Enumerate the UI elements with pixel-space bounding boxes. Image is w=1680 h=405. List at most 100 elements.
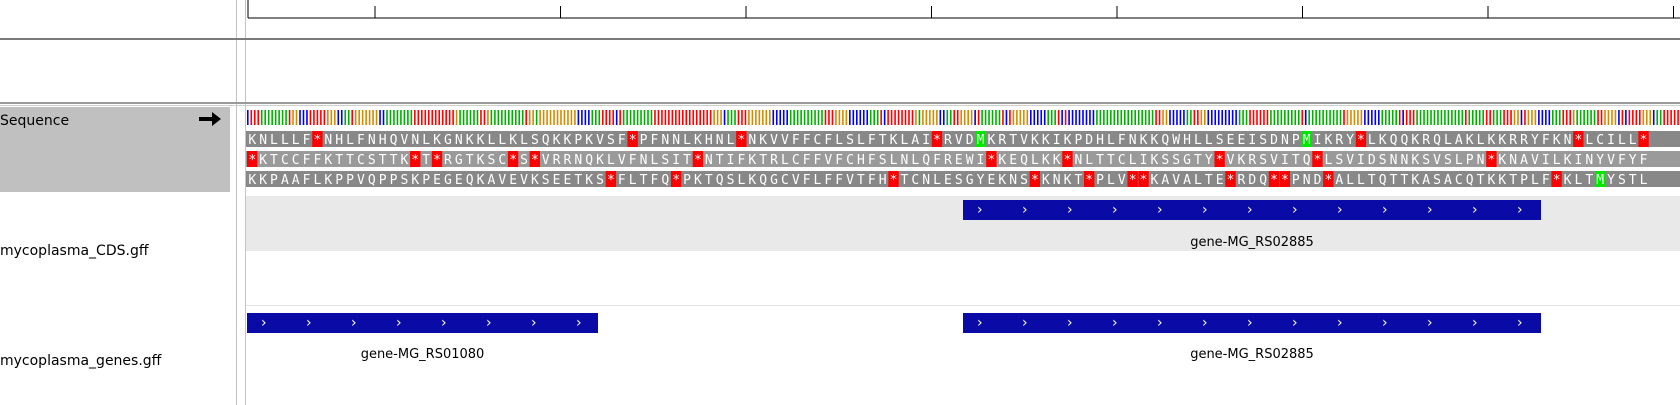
svg-text:Q: Q [390,133,398,147]
svg-text:I: I [977,153,985,167]
genes-track-name-panel[interactable]: mycoplasma_genes.gff [0,306,236,405]
svg-text:E: E [433,173,441,187]
svg-text:E: E [564,173,572,187]
svg-text:R: R [1509,133,1517,147]
svg-text:K: K [1324,133,1332,147]
svg-text:F: F [933,153,941,167]
svg-text:P: P [683,173,691,187]
gene-feature-bar[interactable]: › › › › › › › › › › › › › [963,200,1541,220]
svg-text:K: K [248,133,256,147]
svg-text:T: T [1107,153,1115,167]
svg-text:L: L [1031,153,1039,167]
svg-text:G: G [1183,153,1191,167]
svg-text:S: S [1259,153,1267,167]
svg-text:F: F [803,153,811,167]
translation-frame-1: K N L L L F * N H L F N H Q V N L K G N K K L L K L S Q K K P K V S F * P F N N… [246,131,1680,147]
strand-chevron-icon: › [1022,202,1028,218]
gene-feature-bar[interactable]: › › › › › › › › › › › › › [963,313,1541,333]
svg-text:*: * [987,153,995,167]
svg-text:*: * [411,153,419,167]
svg-text:K: K [1498,173,1506,187]
svg-text:Q: Q [1020,153,1028,167]
svg-text:L: L [346,133,354,147]
svg-text:K: K [1411,173,1419,187]
svg-text:V: V [520,173,528,187]
strand-chevron-icon: › [1067,202,1073,218]
svg-text:V: V [1433,153,1441,167]
svg-text:L: L [683,133,691,147]
svg-text:L: L [890,153,898,167]
svg-text:K: K [553,133,561,147]
svg-text:S: S [520,153,528,167]
svg-text:S: S [607,133,615,147]
svg-text:K: K [694,173,702,187]
svg-text:V: V [618,153,626,167]
svg-text:V: V [498,173,506,187]
svg-text:K: K [1488,133,1496,147]
svg-text:G: G [455,153,463,167]
gene-feature-bar[interactable]: › › › › › › › › [247,313,598,333]
name-panel-divider[interactable] [236,0,237,405]
sequence-track-name-panel[interactable]: Sequence [0,107,230,192]
svg-text:F: F [835,153,843,167]
svg-text:K: K [1564,173,1572,187]
svg-text:H: H [705,133,713,147]
svg-text:L: L [314,173,322,187]
strand-chevron-icon: › [1292,315,1298,331]
svg-text:F: F [629,153,637,167]
svg-text:N: N [324,133,332,147]
svg-text:K: K [1553,133,1561,147]
strand-chevron-icon: › [1337,202,1343,218]
svg-text:R: R [944,153,952,167]
svg-text:K: K [748,153,756,167]
strand-chevron-icon: › [1022,315,1028,331]
svg-text:V: V [1227,153,1235,167]
svg-text:T: T [705,173,713,187]
svg-text:E: E [509,173,517,187]
svg-text:P: P [390,173,398,187]
svg-text:A: A [1161,173,1169,187]
strand-chevron-icon: › [1472,202,1478,218]
svg-text:T: T [683,153,691,167]
svg-text:*: * [433,153,441,167]
panel-divider[interactable] [0,102,1680,104]
svg-text:N: N [922,173,930,187]
svg-text:N: N [1585,153,1593,167]
cds-track-features: › › › › › › › › › › › › › gene-MG_RS02885 [246,196,1680,306]
svg-text:*: * [248,153,256,167]
svg-text:T: T [574,173,582,187]
svg-text:S: S [955,173,963,187]
svg-text:S: S [1335,153,1343,167]
strand-chevron-icon: › [1202,202,1208,218]
svg-text:A: A [1422,173,1430,187]
svg-text:K: K [401,153,409,167]
svg-text:I: I [1281,153,1289,167]
translation-frames[interactable]: K N L L L F * N H L F N H Q V N L K G N K K L L K L S Q K K P K V S F * P F N N… [246,127,1680,192]
svg-text:L: L [1324,153,1332,167]
svg-text:V: V [357,173,365,187]
svg-text:I: I [1357,153,1365,167]
svg-text:L: L [1205,133,1213,147]
svg-text:F: F [868,173,876,187]
svg-text:K: K [259,173,267,187]
upper-data-panel[interactable] [246,40,1680,102]
svg-text:Q: Q [922,153,930,167]
svg-text:L: L [1085,153,1093,167]
sequence-base-bar[interactable] [246,110,1680,125]
svg-text:S: S [661,153,669,167]
cds-track-name-panel[interactable]: mycoplasma_CDS.gff [0,196,236,306]
svg-text:*: * [672,173,680,187]
svg-text:T: T [422,153,430,167]
svg-text:C: C [1455,173,1463,187]
strand-arrow-icon[interactable] [198,110,222,128]
svg-text:*: * [1357,133,1365,147]
ruler[interactable] [246,0,1680,38]
svg-text:D: D [1314,173,1322,187]
svg-text:R: R [1237,173,1245,187]
svg-text:L: L [1129,153,1137,167]
svg-text:P: P [640,133,648,147]
svg-text:P: P [422,173,430,187]
svg-text:V: V [1270,153,1278,167]
svg-text:*: * [1085,173,1093,187]
translation-frame-3: K K P A A F L K P P V Q P P S K P E G E Q K A V E V K S E E T K S * F L T F Q *… [246,171,1680,187]
